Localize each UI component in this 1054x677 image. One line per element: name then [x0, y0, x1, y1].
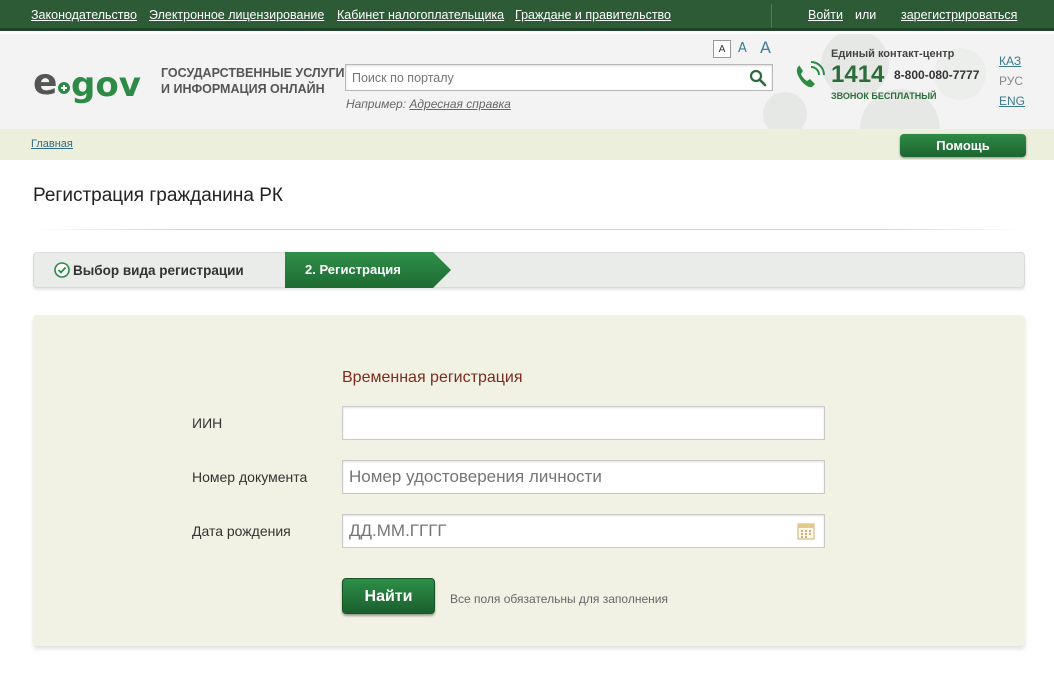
birth-date-label: Дата рождения — [192, 523, 291, 539]
contact-center-label: Единый контакт-центр — [831, 48, 955, 60]
top-navigation-bar: Законодательство Электронное лицензирова… — [0, 0, 1054, 31]
birth-date-field-wrapper — [342, 514, 825, 548]
site-header: e gov Государственные услуги и информаци… — [0, 34, 1054, 129]
title-divider — [33, 229, 1025, 230]
search-example: Например: Адресная справка — [346, 97, 511, 111]
search-input[interactable] — [346, 65, 736, 90]
egov-logo[interactable]: e gov — [33, 58, 151, 104]
nav-link-taxpayer-cabinet[interactable]: Кабинет налогоплательщика — [337, 8, 504, 22]
calendar-icon[interactable] — [797, 522, 815, 540]
step-registration-active: 2. Регистрация — [285, 252, 451, 288]
tagline-line-1: Государственные услуги — [161, 66, 345, 80]
tagline-line-2: и информация онлайн — [161, 82, 325, 96]
svg-text:e: e — [33, 62, 57, 103]
site-tagline: Государственные услуги и информация онла… — [161, 65, 345, 97]
find-button[interactable]: Найти — [342, 578, 435, 614]
language-kaz[interactable]: КАЗ — [999, 54, 1021, 68]
step-registration-type[interactable]: Выбор вида регистрации — [54, 262, 244, 278]
registration-form-panel: Временная регистрация ИИН Номер документ… — [33, 315, 1025, 646]
help-button[interactable]: Помощь — [900, 134, 1026, 157]
iin-field-wrapper — [342, 406, 825, 440]
document-number-input[interactable] — [343, 461, 824, 493]
font-size-small-button[interactable]: A — [713, 40, 731, 58]
form-title: Временная регистрация — [342, 369, 523, 386]
step2-label: 2. Регистрация — [305, 262, 401, 277]
required-fields-hint: Все поля обязательны для заполнения — [450, 592, 668, 606]
language-rus: РУС — [999, 74, 1024, 88]
iin-label: ИИН — [192, 415, 223, 431]
registration-steps: Выбор вида регистрации 2. Регистрация — [33, 252, 1025, 288]
example-link[interactable]: Адресная справка — [409, 97, 510, 111]
breadcrumb: Главная Помощь — [0, 129, 1054, 160]
nav-link-citizens-government[interactable]: Граждане и правительство — [515, 8, 671, 22]
nav-link-e-licensing[interactable]: Электронное лицензирование — [149, 8, 324, 22]
document-number-field-wrapper — [342, 460, 825, 494]
language-eng[interactable]: ENG — [999, 94, 1025, 108]
divider — [771, 4, 772, 28]
check-circle-icon — [54, 262, 70, 278]
short-phone-number: 1414 — [831, 61, 885, 88]
phone-icon — [796, 61, 825, 88]
free-call-label: звонок бесплатный — [831, 91, 937, 101]
nav-link-legislation[interactable]: Законодательство — [31, 8, 137, 22]
document-number-label: Номер документа — [192, 469, 308, 485]
or-text: или — [855, 8, 877, 22]
search-icon[interactable] — [749, 69, 767, 87]
birth-date-input[interactable] — [343, 515, 824, 547]
step1-label: Выбор вида регистрации — [73, 263, 244, 278]
long-phone-number: 8-800-080-7777 — [894, 68, 980, 82]
breadcrumb-home-link[interactable]: Главная — [31, 138, 73, 150]
svg-text:gov: gov — [71, 65, 141, 104]
register-link[interactable]: зарегистрироваться — [901, 8, 1017, 22]
example-prefix: Например: — [346, 97, 407, 111]
page-title: Регистрация гражданина РК — [33, 185, 283, 206]
portal-search — [345, 64, 773, 91]
font-size-large-button[interactable]: A — [760, 38, 771, 57]
login-link[interactable]: Войти — [808, 8, 843, 22]
font-size-medium-button[interactable]: A — [738, 41, 747, 56]
iin-input[interactable] — [343, 407, 824, 439]
